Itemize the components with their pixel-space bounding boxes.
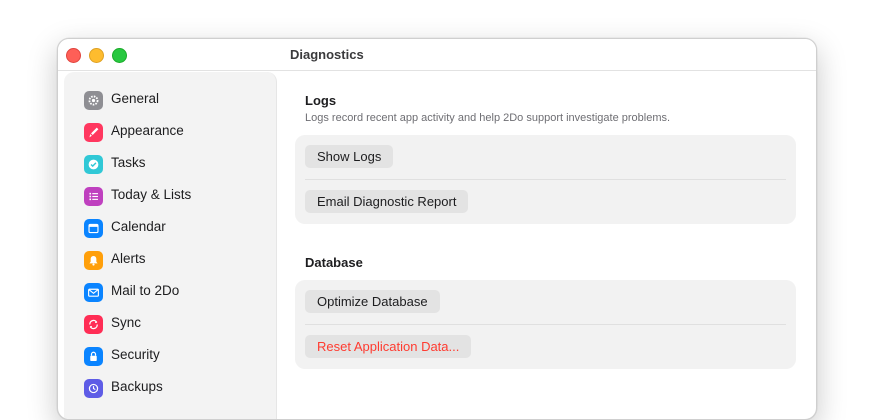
email-diagnostic-report-button[interactable]: Email Diagnostic Report: [305, 190, 469, 213]
sidebar-item-label: Alerts: [111, 251, 146, 266]
sidebar-item-sync[interactable]: Sync: [64, 310, 276, 338]
clock-icon: [84, 379, 103, 398]
sidebar-item-label: Calendar: [111, 219, 166, 234]
gear-icon: [84, 91, 103, 110]
show-logs-button[interactable]: Show Logs: [305, 145, 394, 168]
sidebar-item-alerts[interactable]: Alerts: [64, 246, 276, 274]
sidebar-item-calendar[interactable]: Calendar: [64, 214, 276, 242]
paintbrush-icon: [84, 123, 103, 142]
reset-application-data-button[interactable]: Reset Application Data...: [305, 335, 472, 358]
list-icon: [84, 187, 103, 206]
lock-icon: [84, 347, 103, 366]
sidebar-item-today-lists[interactable]: Today & Lists: [64, 182, 276, 210]
sidebar-item-label: Today & Lists: [111, 187, 192, 202]
diagnostics-pane: Logs Logs record recent app activity and…: [295, 70, 816, 419]
sidebar-item-backups[interactable]: Backups: [64, 374, 276, 402]
window-title: Diagnostics: [290, 47, 364, 62]
zoom-window-button[interactable]: [112, 48, 127, 63]
sidebar-item-label: Mail to 2Do: [111, 283, 180, 298]
bell-icon: [84, 251, 103, 270]
sidebar-item-label: General: [111, 91, 160, 106]
divider: [305, 324, 786, 325]
sidebar-item-security[interactable]: Security: [64, 342, 276, 370]
sidebar-item-appearance[interactable]: Appearance: [64, 118, 276, 146]
sidebar-item-tasks[interactable]: Tasks: [64, 150, 276, 178]
close-window-button[interactable]: [66, 48, 81, 63]
sidebar-item-label: Appearance: [111, 123, 184, 138]
envelope-icon: [84, 283, 103, 302]
database-group: Optimize Database Reset Application Data…: [295, 280, 796, 369]
sidebar-item-label: Sync: [111, 315, 142, 330]
sidebar-item-label: Security: [111, 347, 160, 362]
logs-group: Show Logs Email Diagnostic Report: [295, 135, 796, 224]
sidebar: General Appearance Tasks Today & Lists C…: [64, 72, 277, 419]
sync-icon: [84, 315, 103, 334]
sidebar-item-label: Backups: [111, 379, 163, 394]
title-bar: Diagnostics: [58, 39, 816, 71]
sidebar-item-label: Tasks: [111, 155, 146, 170]
sidebar-item-general[interactable]: General: [64, 86, 276, 114]
sidebar-item-mail-to-2do[interactable]: Mail to 2Do: [64, 278, 276, 306]
divider: [305, 179, 786, 180]
checkmark-circle-icon: [84, 155, 103, 174]
optimize-database-button[interactable]: Optimize Database: [305, 290, 440, 313]
logs-section-title: Logs: [305, 93, 337, 108]
settings-window: Diagnostics General Appearance Tasks Tod…: [57, 38, 817, 420]
calendar-icon: [84, 219, 103, 238]
minimize-window-button[interactable]: [89, 48, 104, 63]
logs-section-description: Logs record recent app activity and help…: [305, 112, 671, 124]
database-section-title: Database: [305, 255, 363, 270]
